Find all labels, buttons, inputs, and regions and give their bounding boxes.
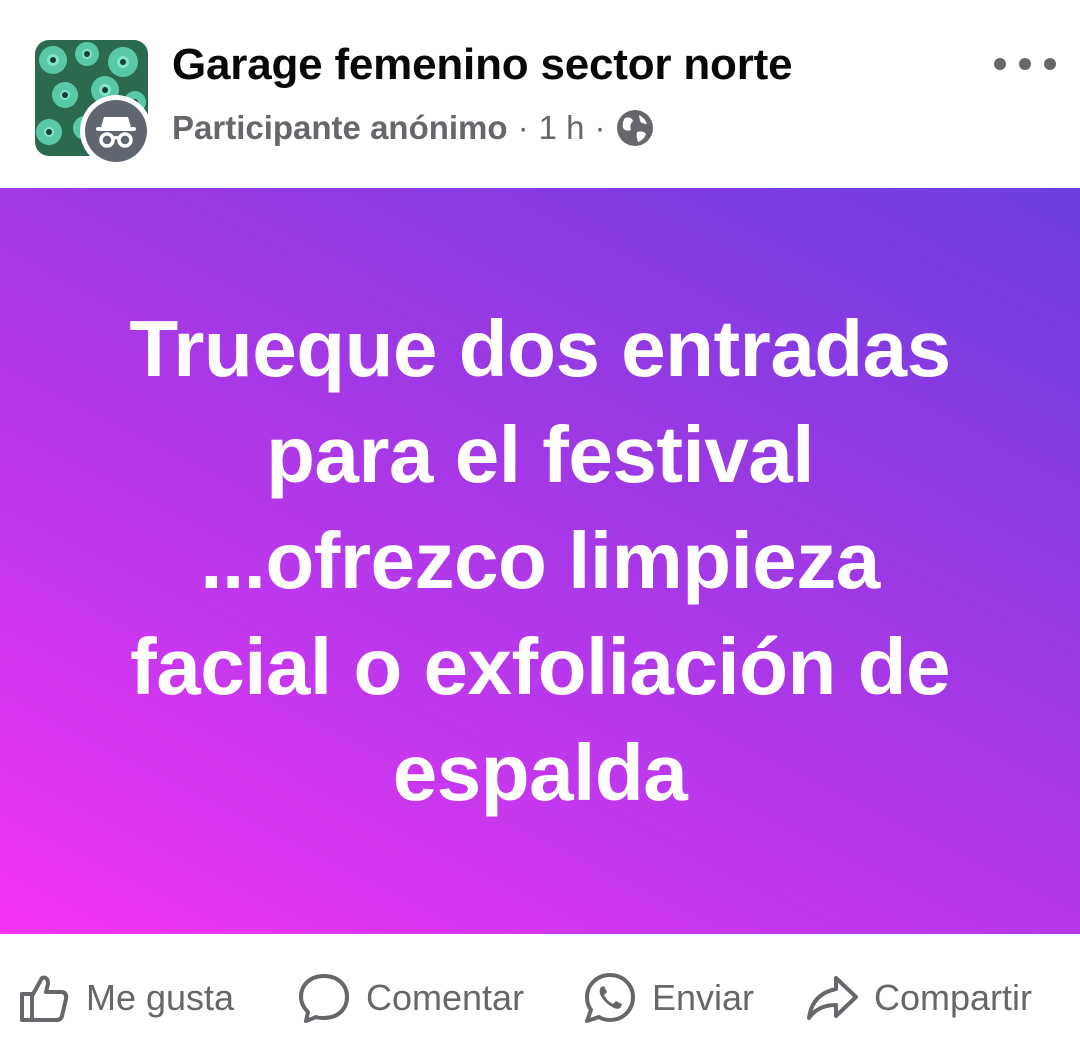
share-label: Compartir bbox=[874, 976, 1033, 1018]
comment-button[interactable]: Comentar bbox=[296, 934, 524, 1061]
like-label: Me gusta bbox=[86, 976, 235, 1018]
send-button[interactable]: Enviar bbox=[582, 934, 754, 1061]
globe-icon bbox=[617, 110, 654, 146]
whatsapp-icon bbox=[585, 972, 635, 1023]
author-avatar[interactable] bbox=[80, 95, 152, 167]
incognito-icon bbox=[96, 117, 136, 148]
meta-separator: · bbox=[517, 109, 529, 146]
post-time[interactable]: 1 h bbox=[539, 109, 585, 147]
share-icon bbox=[807, 975, 858, 1020]
like-button[interactable]: Me gusta bbox=[16, 934, 234, 1061]
thumbs-up-icon bbox=[20, 975, 69, 1022]
action-bar: Me gusta Comentar Enviar Compartir bbox=[0, 934, 1080, 1061]
post-meta: Participante anónimo · 1 h · bbox=[172, 105, 655, 151]
author-name[interactable]: Participante anónimo bbox=[172, 109, 508, 147]
post-body[interactable]: Trueque dos entradas para el festival ..… bbox=[0, 188, 1080, 934]
share-button[interactable]: Compartir bbox=[804, 934, 1032, 1061]
more-dot bbox=[994, 58, 1006, 70]
post-header: Garage femenino sector norte Participant… bbox=[0, 0, 1080, 188]
send-label: Enviar bbox=[652, 976, 755, 1018]
group-name[interactable]: Garage femenino sector norte bbox=[172, 40, 793, 90]
meta-separator: · bbox=[594, 109, 606, 146]
comment-label: Comentar bbox=[366, 976, 525, 1018]
more-dot bbox=[1044, 58, 1056, 70]
more-options-icon[interactable] bbox=[994, 48, 1056, 80]
post-text: Trueque dos entradas para el festival ..… bbox=[129, 304, 951, 817]
comment-icon bbox=[299, 973, 349, 1023]
more-dot bbox=[1019, 58, 1031, 70]
